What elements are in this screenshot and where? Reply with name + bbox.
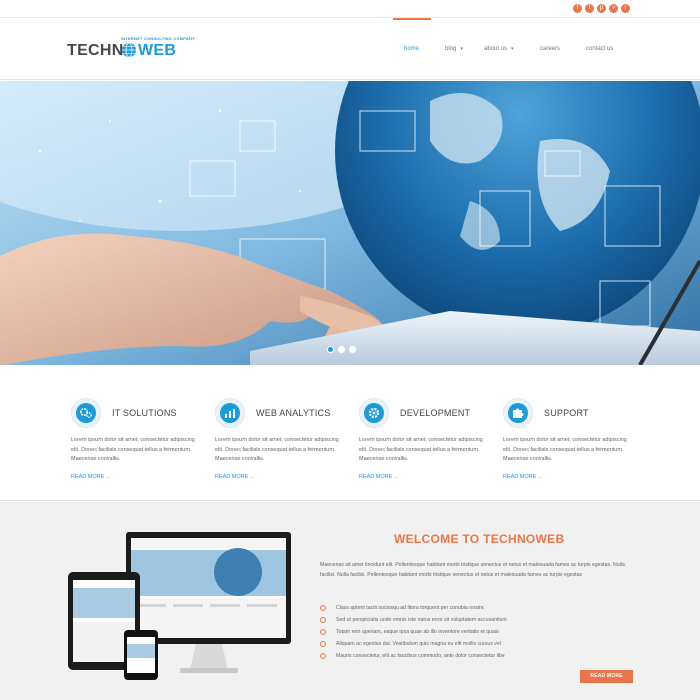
list-item: Sed ut perspiciatis unde omnis iste natu… (320, 614, 507, 626)
slider-dot[interactable] (338, 346, 345, 353)
hero-slider (0, 81, 700, 365)
nav-item-label: about us (484, 46, 508, 52)
list-item-text: Aliquam ac egestas dui. Vestibulum quis … (336, 641, 501, 647)
logo-text-right: WEB (138, 42, 177, 59)
globe-icon (122, 42, 136, 58)
list-item-text: Mauris consectetur, elit ac faucibus com… (336, 653, 505, 659)
nav-item-about[interactable]: about us ▾ (484, 46, 514, 52)
check-circle-icon (320, 617, 326, 623)
site-header: INTERNET CONSULTING COMPANY TECHN WEB ho… (0, 18, 700, 80)
vimeo-icon[interactable]: v (609, 4, 618, 13)
welcome-section: WELCOME TO TECHNOWEB Maecenas sit amet t… (0, 502, 700, 700)
slider-dot[interactable] (327, 346, 334, 353)
feature-text: Lorem ipsum dolor sit amet, consectetur … (503, 437, 627, 462)
list-item: Totam rem aperiam, eaque ipsa quae ab il… (320, 626, 507, 638)
rss-icon[interactable]: r (621, 4, 630, 13)
read-more-button[interactable]: READ MORE (580, 670, 633, 683)
nav-item-contact[interactable]: contact us (586, 46, 613, 52)
hero-image (0, 81, 700, 365)
check-circle-icon (320, 641, 326, 647)
list-item-text: Class aptent taciti sociosqu ad litora t… (336, 605, 484, 611)
logo-text-left: TECHN (67, 42, 124, 59)
chevron-down-icon: ▾ (460, 46, 463, 52)
feature-checklist: Class aptent taciti sociosqu ad litora t… (320, 602, 507, 662)
read-more-link[interactable]: READ MORE ... (359, 474, 398, 480)
list-item: Aliquam ac egestas dui. Vestibulum quis … (320, 638, 507, 650)
feature-title: IT SOLUTIONS (112, 408, 177, 418)
read-more-link[interactable]: READ MORE ... (215, 474, 254, 480)
logo-tagline: INTERNET CONSULTING COMPANY (121, 36, 195, 41)
feature-title: SUPPORT (544, 408, 589, 418)
feature-title: DEVELOPMENT (400, 408, 471, 418)
pinterest-icon[interactable]: p (597, 4, 606, 13)
feature-title: WEB ANALYTICS (256, 408, 331, 418)
cog-icon (359, 398, 389, 428)
puzzle-icon (503, 398, 533, 428)
facebook-icon[interactable]: f (573, 4, 582, 13)
list-item: Mauris consectetur, elit ac faucibus com… (320, 650, 507, 662)
feature-text: Lorem ipsum dolor sit amet, consectetur … (71, 437, 195, 462)
slider-dot[interactable] (349, 346, 356, 353)
check-circle-icon (320, 653, 326, 659)
check-circle-icon (320, 605, 326, 611)
features-section: IT SOLUTIONS Lorem ipsum dolor sit amet,… (0, 365, 700, 501)
gears-icon (71, 398, 101, 428)
check-circle-icon (320, 629, 326, 635)
nav-item-label: blog (445, 46, 457, 52)
read-more-link[interactable]: READ MORE ... (503, 474, 542, 480)
nav-item-careers[interactable]: careers (540, 46, 560, 52)
list-item-text: Totam rem aperiam, eaque ipsa quae ab il… (336, 629, 499, 635)
welcome-paragraph: Maecenas sit amet tincidunt elit. Pellen… (320, 562, 625, 578)
welcome-title: WELCOME TO TECHNOWEB (394, 532, 565, 546)
list-item-text: Sed ut perspiciatis unde omnis iste natu… (336, 617, 507, 623)
read-more-link[interactable]: READ MORE ... (71, 474, 110, 480)
nav-active-indicator (393, 18, 431, 20)
nav-item-home[interactable]: home (404, 46, 419, 52)
devices-image (68, 532, 291, 680)
feature-text: Lorem ipsum dolor sit amet, consectetur … (215, 437, 339, 462)
social-links: f t p v r (573, 4, 630, 13)
nav-item-blog[interactable]: blog ▾ (445, 46, 463, 52)
top-bar: f t p v r (0, 0, 700, 18)
list-item: Class aptent taciti sociosqu ad litora t… (320, 602, 507, 614)
chevron-down-icon: ▾ (511, 46, 514, 52)
feature-text: Lorem ipsum dolor sit amet, consectetur … (359, 437, 483, 462)
twitter-icon[interactable]: t (585, 4, 594, 13)
chart-icon (215, 398, 245, 428)
